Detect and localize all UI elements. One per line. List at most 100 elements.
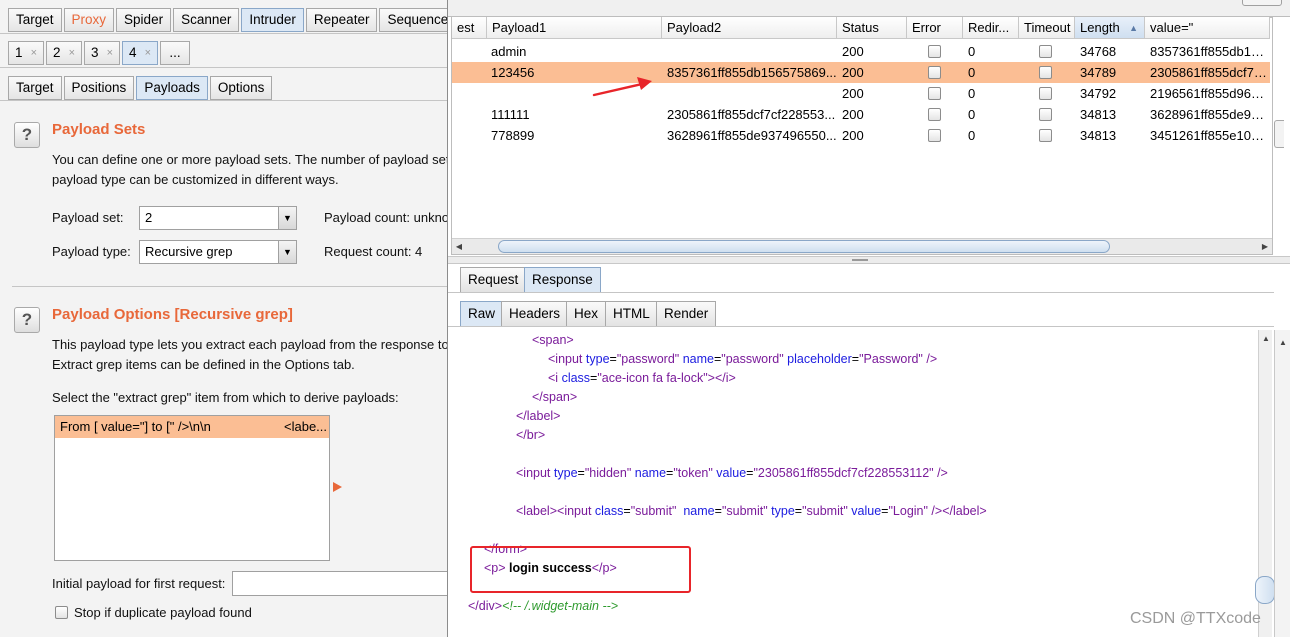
tab-repeater[interactable]: Repeater: [305, 8, 378, 32]
sort-ascending-icon: ▲: [1129, 23, 1138, 33]
close-icon[interactable]: ×: [69, 42, 75, 64]
code-line: <span>: [532, 333, 574, 347]
close-icon[interactable]: ×: [145, 42, 151, 64]
column-header-payload1[interactable]: Payload1: [487, 17, 662, 39]
intruder-window: Target Proxy Spider Scanner Intruder Rep…: [0, 0, 470, 637]
payload-set-select[interactable]: 2 ▼: [139, 206, 297, 230]
table-row[interactable]: 200 0 34792 2196561ff855d96385: [452, 83, 1270, 104]
tab-hex[interactable]: Hex: [566, 301, 607, 327]
attack-tab-2[interactable]: 2 ×: [46, 41, 82, 65]
code-line: </br>: [516, 428, 546, 442]
tab-html[interactable]: HTML: [605, 301, 658, 327]
code-line: <input type="password" name="password" p…: [548, 352, 938, 366]
divider: [0, 67, 470, 68]
column-header-value[interactable]: value=": [1145, 17, 1270, 39]
timeout-checkbox: [1039, 66, 1052, 79]
extract-grep-list[interactable]: From [ value="] to [" />\n\n <labe...: [54, 415, 330, 561]
payload-sets-title: Payload Sets: [52, 121, 146, 138]
side-panel-edge: ▲: [1274, 330, 1290, 637]
payload-type-label: Payload type:: [52, 244, 131, 259]
payload-sets-description-1: You can define one or more payload sets.…: [52, 152, 450, 167]
grip-icon: [852, 259, 868, 261]
code-line: <label><input class="submit" name="submi…: [516, 504, 987, 518]
horizontal-scrollbar[interactable]: ◀ ▶: [452, 238, 1272, 254]
code-line: </span>: [532, 390, 578, 404]
stop-duplicate-checkbox[interactable]: [55, 606, 68, 619]
attack-tab-1[interactable]: 1 ×: [8, 41, 44, 65]
annotation-highlight-box: [470, 546, 691, 593]
chevron-down-icon[interactable]: ▼: [278, 241, 296, 263]
scrollbar-thumb[interactable]: [1255, 576, 1275, 604]
new-attack-tab[interactable]: ...: [160, 41, 190, 65]
initial-payload-input[interactable]: [232, 571, 470, 596]
watermark: CSDN @TTXcode: [1130, 610, 1261, 627]
attack-tab-4[interactable]: 4 ×: [122, 41, 158, 65]
list-item[interactable]: From [ value="] to [" />\n\n <labe...: [55, 416, 329, 438]
help-icon[interactable]: ?: [14, 307, 40, 333]
error-checkbox: [928, 45, 941, 58]
column-header-redirects[interactable]: Redir...: [963, 17, 1019, 39]
filter-button[interactable]: [1242, 0, 1282, 6]
chevron-down-icon[interactable]: ▼: [278, 207, 296, 229]
close-icon[interactable]: ×: [107, 42, 113, 64]
tab-spider[interactable]: Spider: [116, 8, 172, 32]
column-header-payload2[interactable]: Payload2: [662, 17, 837, 39]
attack-results-window: est Payload1 Payload2 Status Error Redir…: [447, 0, 1290, 637]
scroll-up-icon[interactable]: ▲: [1259, 332, 1273, 346]
table-row-selected[interactable]: 123456 8357361ff855db156575869... 200 0 …: [452, 62, 1270, 83]
payload-options-description-2: Extract grep items can be defined in the…: [52, 357, 355, 372]
extract-grep-label: Select the "extract grep" item from whic…: [52, 390, 399, 405]
column-header-request[interactable]: est: [452, 17, 487, 39]
column-header-status[interactable]: Status: [837, 17, 907, 39]
filter-bar: [448, 0, 1290, 17]
scroll-left-icon[interactable]: ◀: [452, 240, 466, 254]
scrollbar-thumb[interactable]: [498, 240, 1110, 253]
divider: [0, 100, 470, 101]
error-checkbox: [928, 129, 941, 142]
table-row[interactable]: admin 200 0 34768 8357361ff855db1565: [452, 41, 1270, 62]
side-button[interactable]: [1274, 120, 1284, 148]
tab-proxy[interactable]: Proxy: [63, 8, 115, 32]
vertical-scrollbar[interactable]: ▲: [1255, 330, 1275, 637]
tab-intruder[interactable]: Intruder: [241, 8, 304, 32]
attack-tab-bar: 1 × 2 × 3 × 4 × ...: [8, 41, 192, 65]
annotation-arrow-icon: [592, 77, 652, 97]
expand-arrow-icon[interactable]: [333, 482, 342, 492]
timeout-checkbox: [1039, 87, 1052, 100]
code-line: </div><!-- /.widget-main -->: [468, 599, 619, 613]
initial-payload-label: Initial payload for first request:: [52, 576, 226, 591]
tab-raw[interactable]: Raw: [460, 301, 504, 327]
table-row[interactable]: 111111 2305861ff855dcf7cf228553... 200 0…: [452, 104, 1270, 125]
column-header-timeout[interactable]: Timeout: [1019, 17, 1075, 39]
payload-options-title: Payload Options [Recursive grep]: [52, 306, 293, 323]
timeout-checkbox: [1039, 45, 1052, 58]
payload-count: Payload count: unkno: [324, 210, 450, 225]
payload-set-label: Payload set:: [52, 210, 124, 225]
intruder-tab-bar: Target Positions Payloads Options: [8, 76, 274, 100]
scroll-right-icon[interactable]: ▶: [1258, 240, 1272, 254]
error-checkbox: [928, 108, 941, 121]
main-tab-bar: Target Proxy Spider Scanner Intruder Rep…: [8, 8, 463, 32]
tab-render[interactable]: Render: [656, 301, 717, 327]
tab-target[interactable]: Target: [8, 8, 62, 32]
attack-tab-3[interactable]: 3 ×: [84, 41, 120, 65]
payload-type-select[interactable]: Recursive grep ▼: [139, 240, 297, 264]
tab-options[interactable]: Options: [209, 76, 273, 100]
help-icon[interactable]: ?: [14, 122, 40, 148]
table-row[interactable]: 778899 3628961ff855de937496550... 200 0 …: [452, 125, 1270, 146]
tab-positions[interactable]: Positions: [63, 76, 135, 100]
tab-target-config[interactable]: Target: [8, 76, 62, 100]
split-divider[interactable]: [448, 256, 1290, 264]
tab-payloads[interactable]: Payloads: [136, 76, 208, 100]
tab-response[interactable]: Response: [524, 267, 601, 293]
chevron-up-icon[interactable]: ▲: [1276, 336, 1290, 350]
timeout-checkbox: [1039, 129, 1052, 142]
column-header-error[interactable]: Error: [907, 17, 963, 39]
tab-request[interactable]: Request: [460, 267, 527, 293]
code-line: <i class="ace-icon fa fa-lock"></i>: [548, 371, 736, 385]
column-header-length[interactable]: Length ▲: [1075, 17, 1145, 39]
close-icon[interactable]: ×: [31, 42, 37, 64]
tab-headers[interactable]: Headers: [501, 301, 569, 327]
tab-scanner[interactable]: Scanner: [173, 8, 240, 32]
payload-options-description-1: This payload type lets you extract each …: [52, 337, 449, 352]
